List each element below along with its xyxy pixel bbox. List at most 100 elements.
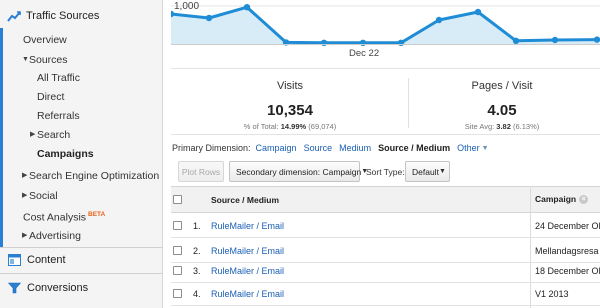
scorecard-label: Visits xyxy=(276,80,304,92)
sidebar-item-seo[interactable]: ▶ Search Engine Optimization xyxy=(0,167,163,185)
sidebar-section-label: Conversions xyxy=(27,282,89,294)
select-all-checkbox[interactable] xyxy=(173,195,182,204)
sidebar-item-direct[interactable]: Direct xyxy=(0,88,163,106)
subtext-suffix: (6.13%) xyxy=(513,122,540,131)
scorecard-subtext: % of Total: 14.99% (69,074) xyxy=(185,122,395,131)
remove-column-icon[interactable]: × xyxy=(579,194,589,204)
sidebar-item-all-traffic[interactable]: All Traffic xyxy=(0,69,163,87)
subtext-prefix: Site Avg: xyxy=(464,122,495,131)
sidebar-item-referrals[interactable]: Referrals xyxy=(0,107,163,125)
content-icon xyxy=(8,254,21,266)
sort-type-label: Sort Type: xyxy=(366,167,405,177)
scorecard-pages-per-visit[interactable]: Pages / Visit 4.05 Site Avg: 3.82 (6.13%… xyxy=(397,70,600,131)
campaign-cell: 18 December OK xyxy=(535,266,600,276)
row-checkbox[interactable] xyxy=(173,289,182,298)
sidebar-item-label: Advertising xyxy=(29,230,81,242)
plot-rows-button[interactable]: Plot Rows xyxy=(178,161,224,182)
sidebar-item-sources[interactable]: ▼ Sources xyxy=(0,51,163,69)
sidebar-item-label: All Traffic xyxy=(37,72,80,84)
sidebar-item-label: Social xyxy=(29,190,58,202)
secondary-dimension-value: Secondary dimension: Campaign xyxy=(236,166,362,177)
chart-data-point[interactable] xyxy=(474,8,482,16)
sidebar-item-social[interactable]: ▶ Social xyxy=(0,187,163,205)
expand-right-arrow-icon: ▶ xyxy=(22,192,28,199)
source-medium-link[interactable]: RuleMailer / Email xyxy=(211,221,284,231)
column-header-campaign[interactable]: Campaign × xyxy=(535,194,589,204)
table-row: 1. RuleMailer / Email 24 December OK xyxy=(171,214,600,238)
chart-x-tick-label: Dec 22 xyxy=(349,48,380,59)
expand-down-arrow-icon: ▼ xyxy=(22,56,29,63)
chart-area-fill xyxy=(171,7,600,44)
table-header: Source / Medium Campaign × xyxy=(171,186,600,213)
column-header-source-medium[interactable]: Source / Medium xyxy=(211,195,279,205)
chart-data-point[interactable] xyxy=(593,36,600,43)
sidebar-section-conversions[interactable]: Conversions xyxy=(0,276,163,300)
chart-y-tick-label: 1,000 xyxy=(174,1,200,12)
sort-type-value: Default xyxy=(412,166,439,177)
dimension-link-medium[interactable]: Medium xyxy=(339,143,371,153)
sidebar: Traffic Sources Overview ▼ Sources All T… xyxy=(0,0,163,308)
chart-data-point[interactable] xyxy=(205,14,213,22)
divider xyxy=(171,68,600,69)
row-checkbox[interactable] xyxy=(173,266,182,275)
sidebar-item-label: Campaigns xyxy=(37,148,94,160)
scorecard-label: Pages / Visit xyxy=(471,80,533,92)
sidebar-section-traffic-sources[interactable]: Traffic Sources xyxy=(0,4,163,28)
row-checkbox[interactable] xyxy=(173,246,182,255)
row-number: 4. xyxy=(193,289,201,299)
scorecard-value: 4.05 xyxy=(487,102,517,119)
chart-data-point[interactable] xyxy=(243,3,251,11)
subtext-value: 3.82 xyxy=(496,122,511,131)
dimension-active-source-medium: Source / Medium xyxy=(378,143,451,153)
row-checkbox[interactable] xyxy=(173,221,182,230)
source-medium-link[interactable]: RuleMailer / Email xyxy=(211,266,284,276)
dimension-link-other[interactable]: Other xyxy=(457,143,480,153)
sidebar-item-label: Overview xyxy=(23,34,67,46)
dimension-link-campaign[interactable]: Campaign xyxy=(256,143,297,153)
chart-data-point[interactable] xyxy=(551,36,559,44)
sidebar-item-overview[interactable]: Overview xyxy=(0,31,163,49)
chart-data-point[interactable] xyxy=(397,39,405,46)
sidebar-section-label: Content xyxy=(27,254,66,266)
sidebar-item-label: Search xyxy=(37,129,71,141)
chart-data-point[interactable] xyxy=(320,39,328,46)
scorecard-value: 10,354 xyxy=(267,102,313,119)
campaign-cell: Mellandagsresa xyxy=(535,246,599,256)
sidebar-item-advertising[interactable]: ▶ Advertising xyxy=(0,227,163,245)
sidebar-section-content[interactable]: Content xyxy=(0,248,163,272)
chevron-down-icon: ▼ xyxy=(438,168,446,175)
scorecard-subtext: Site Avg: 3.82 (6.13%) xyxy=(397,122,600,131)
chart-data-point[interactable] xyxy=(359,39,367,46)
table-row: 4. RuleMailer / Email V1 2013 xyxy=(171,282,600,306)
sidebar-item-cost-analysis[interactable]: Cost Analysis BETA xyxy=(0,206,163,224)
sidebar-item-label: Referrals xyxy=(37,110,80,122)
sidebar-divider xyxy=(0,273,163,274)
traffic-sources-icon xyxy=(7,11,21,22)
sidebar-item-search[interactable]: ▶ Search xyxy=(0,126,163,144)
campaign-cell: 24 December OK xyxy=(535,221,600,231)
dimension-link-source[interactable]: Source xyxy=(304,143,333,153)
row-number: 1. xyxy=(193,221,201,231)
divider xyxy=(171,134,600,135)
sidebar-item-label: Direct xyxy=(37,91,65,103)
chart-data-point[interactable] xyxy=(435,16,443,24)
secondary-dimension-dropdown[interactable]: Secondary dimension: Campaign ▼ xyxy=(229,161,368,182)
sidebar-section-label: Traffic Sources xyxy=(26,10,100,22)
sidebar-item-campaigns[interactable]: Campaigns xyxy=(0,145,163,163)
source-medium-link[interactable]: RuleMailer / Email xyxy=(211,289,284,299)
beta-badge: BETA xyxy=(88,211,106,218)
scorecard-visits[interactable]: Visits 10,354 % of Total: 14.99% (69,074… xyxy=(185,70,395,131)
table-row: 3. RuleMailer / Email 18 December OK xyxy=(171,259,600,283)
subtext-prefix: % of Total: xyxy=(243,122,279,131)
primary-dimension-label: Primary Dimension: xyxy=(172,143,251,153)
expand-right-arrow-icon: ▶ xyxy=(30,131,36,138)
source-medium-link[interactable]: RuleMailer / Email xyxy=(211,246,284,256)
sidebar-item-label: Sources xyxy=(29,54,68,66)
sort-type-dropdown[interactable]: Default ▼ xyxy=(405,161,450,182)
chevron-down-icon[interactable]: ▼ xyxy=(482,145,489,152)
sidebar-item-label: Search Engine Optimization xyxy=(29,170,160,182)
conversions-icon xyxy=(8,282,21,294)
row-number: 3. xyxy=(193,266,201,276)
visits-over-time-chart xyxy=(171,3,600,46)
expand-right-arrow-icon: ▶ xyxy=(22,232,28,239)
